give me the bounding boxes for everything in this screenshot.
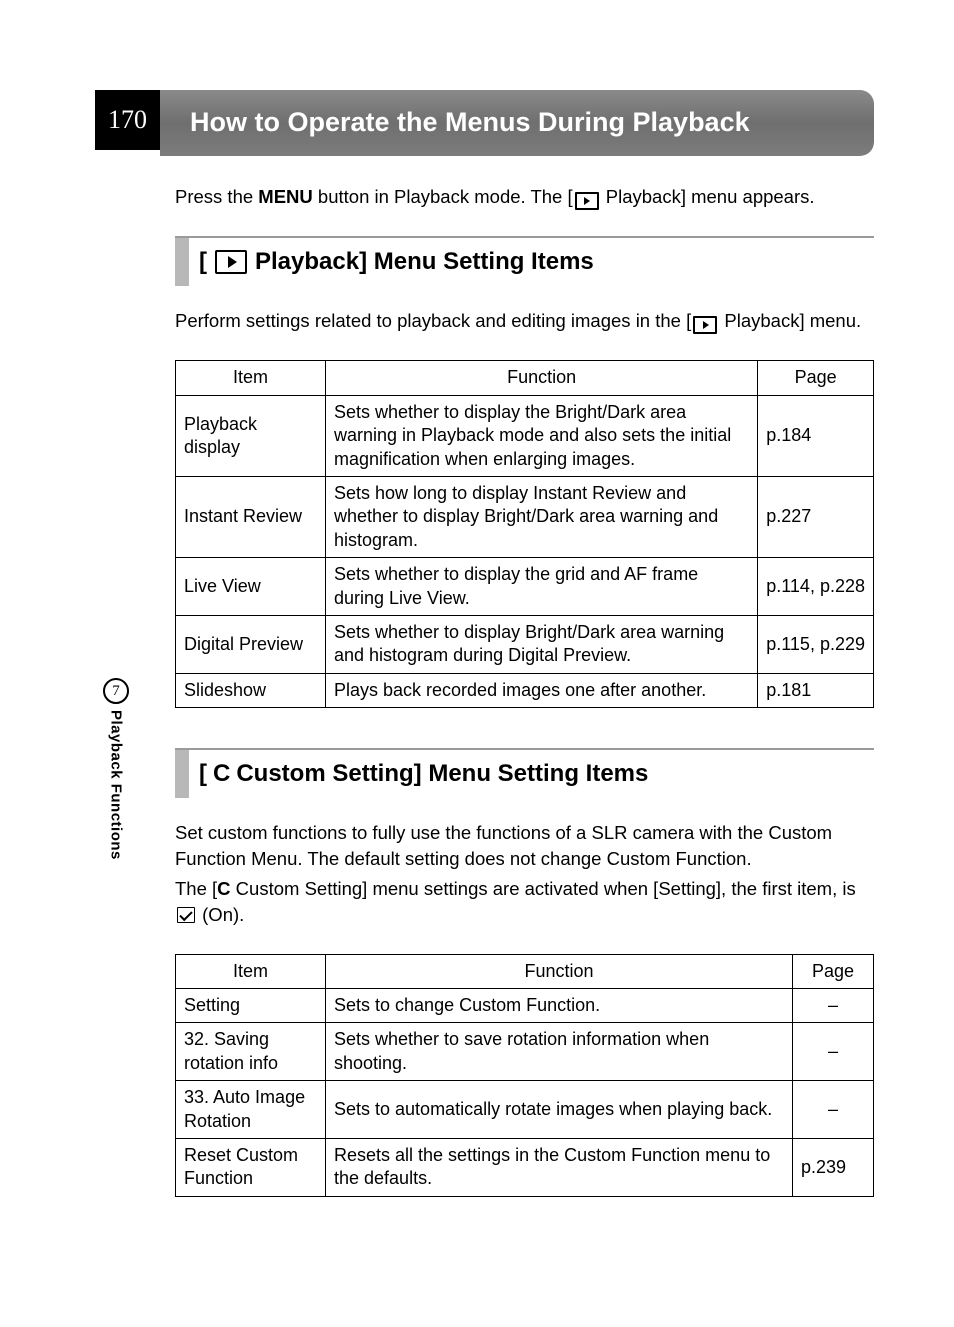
table-header: Item bbox=[176, 361, 326, 395]
text: Custom Setting] Menu Setting Items bbox=[236, 760, 648, 788]
checkbox-on-icon bbox=[177, 907, 195, 923]
section-accent-bar bbox=[175, 750, 189, 798]
text: Playback] menu appears. bbox=[601, 186, 815, 207]
table-cell: Live View bbox=[176, 558, 326, 616]
text: The [ bbox=[175, 878, 217, 899]
table-cell: p.115, p.229 bbox=[758, 615, 874, 673]
text: [ bbox=[199, 248, 207, 276]
table-cell: Sets whether to save rotation informatio… bbox=[326, 1023, 793, 1081]
table-cell: Instant Review bbox=[176, 477, 326, 558]
table-cell: Sets to automatically rotate images when… bbox=[326, 1081, 793, 1139]
table-row: Reset Custom Function Resets all the set… bbox=[176, 1139, 874, 1197]
table-cell: Slideshow bbox=[176, 673, 326, 707]
playback-menu-table: Item Function Page Playback display Sets… bbox=[175, 360, 874, 708]
playback-icon bbox=[575, 192, 599, 210]
table-row: Playback display Sets whether to display… bbox=[176, 395, 874, 476]
table-cell: Digital Preview bbox=[176, 615, 326, 673]
intro-text: Press the MENU button in Playback mode. … bbox=[175, 184, 874, 210]
table-cell: 32. Saving rotation info bbox=[176, 1023, 326, 1081]
custom-symbol: C bbox=[213, 760, 230, 788]
table-header: Function bbox=[326, 361, 758, 395]
menu-button-label: MENU bbox=[258, 186, 312, 207]
table-row: Setting Sets to change Custom Function. … bbox=[176, 989, 874, 1023]
text: (On). bbox=[197, 904, 244, 925]
chapter-side-tab: 7 Playback Functions bbox=[95, 678, 137, 860]
table-cell: p.181 bbox=[758, 673, 874, 707]
page-number: 170 bbox=[95, 90, 160, 150]
section-header-playback: [ Playback] Menu Setting Items bbox=[175, 236, 874, 286]
section2-description-2: The [C Custom Setting] menu settings are… bbox=[175, 876, 874, 928]
table-cell: – bbox=[793, 989, 874, 1023]
table-cell: Reset Custom Function bbox=[176, 1139, 326, 1197]
table-cell: Sets whether to display Bright/Dark area… bbox=[326, 615, 758, 673]
table-header-row: Item Function Page bbox=[176, 954, 874, 988]
text: [ bbox=[199, 760, 207, 788]
text: Perform settings related to playback and… bbox=[175, 310, 691, 331]
text: Playback] menu. bbox=[719, 310, 861, 331]
text: Press the bbox=[175, 186, 258, 207]
table-cell: p.184 bbox=[758, 395, 874, 476]
chapter-label: Playback Functions bbox=[108, 710, 125, 860]
text: Custom Setting] menu settings are activa… bbox=[231, 878, 856, 899]
table-row: Digital Preview Sets whether to display … bbox=[176, 615, 874, 673]
text: button in Playback mode. The [ bbox=[313, 186, 573, 207]
table-header: Page bbox=[793, 954, 874, 988]
table-cell: p.239 bbox=[793, 1139, 874, 1197]
table-cell: p.114, p.228 bbox=[758, 558, 874, 616]
table-cell: p.227 bbox=[758, 477, 874, 558]
table-cell: Sets whether to display the Bright/Dark … bbox=[326, 395, 758, 476]
table-cell: Plays back recorded images one after ano… bbox=[326, 673, 758, 707]
section1-description: Perform settings related to playback and… bbox=[175, 308, 874, 334]
section-header-custom: [C Custom Setting] Menu Setting Items bbox=[175, 748, 874, 798]
table-row: Live View Sets whether to display the gr… bbox=[176, 558, 874, 616]
section-title: [C Custom Setting] Menu Setting Items bbox=[189, 750, 648, 798]
table-cell: Sets whether to display the grid and AF … bbox=[326, 558, 758, 616]
table-header-row: Item Function Page bbox=[176, 361, 874, 395]
playback-icon bbox=[693, 316, 717, 334]
section-accent-bar bbox=[175, 238, 189, 286]
table-header: Function bbox=[326, 954, 793, 988]
table-cell: 33. Auto Image Rotation bbox=[176, 1081, 326, 1139]
text: Playback] Menu Setting Items bbox=[255, 248, 594, 276]
custom-symbol: C bbox=[217, 878, 230, 899]
table-row: Slideshow Plays back recorded images one… bbox=[176, 673, 874, 707]
table-row: 32. Saving rotation info Sets whether to… bbox=[176, 1023, 874, 1081]
page-title: How to Operate the Menus During Playback bbox=[160, 90, 874, 156]
section-title: [ Playback] Menu Setting Items bbox=[189, 238, 594, 286]
playback-icon bbox=[215, 250, 247, 274]
table-cell: Sets how long to display Instant Review … bbox=[326, 477, 758, 558]
table-row: 33. Auto Image Rotation Sets to automati… bbox=[176, 1081, 874, 1139]
chapter-number-icon: 7 bbox=[103, 678, 129, 704]
table-cell: – bbox=[793, 1023, 874, 1081]
table-cell: – bbox=[793, 1081, 874, 1139]
table-cell: Setting bbox=[176, 989, 326, 1023]
table-row: Instant Review Sets how long to display … bbox=[176, 477, 874, 558]
table-cell: Playback display bbox=[176, 395, 326, 476]
table-cell: Resets all the settings in the Custom Fu… bbox=[326, 1139, 793, 1197]
custom-menu-table: Item Function Page Setting Sets to chang… bbox=[175, 954, 874, 1197]
section2-description-1: Set custom functions to fully use the fu… bbox=[175, 820, 874, 872]
table-header: Item bbox=[176, 954, 326, 988]
table-cell: Sets to change Custom Function. bbox=[326, 989, 793, 1023]
table-header: Page bbox=[758, 361, 874, 395]
